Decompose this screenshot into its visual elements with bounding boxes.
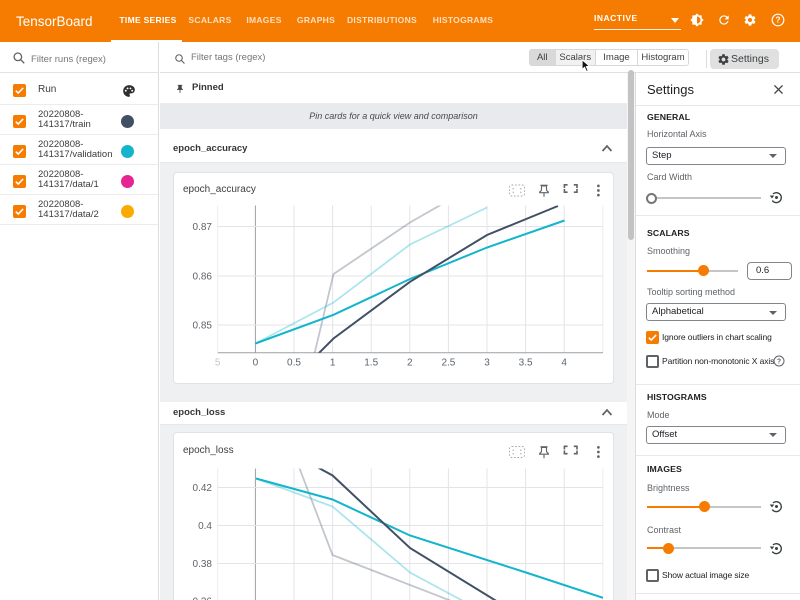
svg-text:3: 3 <box>484 357 490 368</box>
svg-text:0.85: 0.85 <box>193 320 213 331</box>
svg-text:1: 1 <box>330 357 336 368</box>
svg-text:3.5: 3.5 <box>519 357 533 368</box>
svg-text:0.42: 0.42 <box>193 483 213 494</box>
svg-text:0.86: 0.86 <box>193 271 213 282</box>
svg-text:0: 0 <box>253 357 259 368</box>
svg-text:0.87: 0.87 <box>193 222 213 233</box>
svg-text:1.5: 1.5 <box>364 357 378 368</box>
svg-text:2: 2 <box>407 357 413 368</box>
svg-text:0.5: 0.5 <box>287 357 301 368</box>
svg-text:0.36: 0.36 <box>193 596 213 600</box>
svg-text:?: ? <box>775 15 780 24</box>
svg-text:2.5: 2.5 <box>441 357 455 368</box>
svg-text:?: ? <box>777 359 781 366</box>
svg-text:4: 4 <box>561 357 567 368</box>
svg-text:0.38: 0.38 <box>193 559 213 570</box>
svg-text:5: 5 <box>215 357 221 368</box>
svg-text:0.4: 0.4 <box>198 521 212 532</box>
